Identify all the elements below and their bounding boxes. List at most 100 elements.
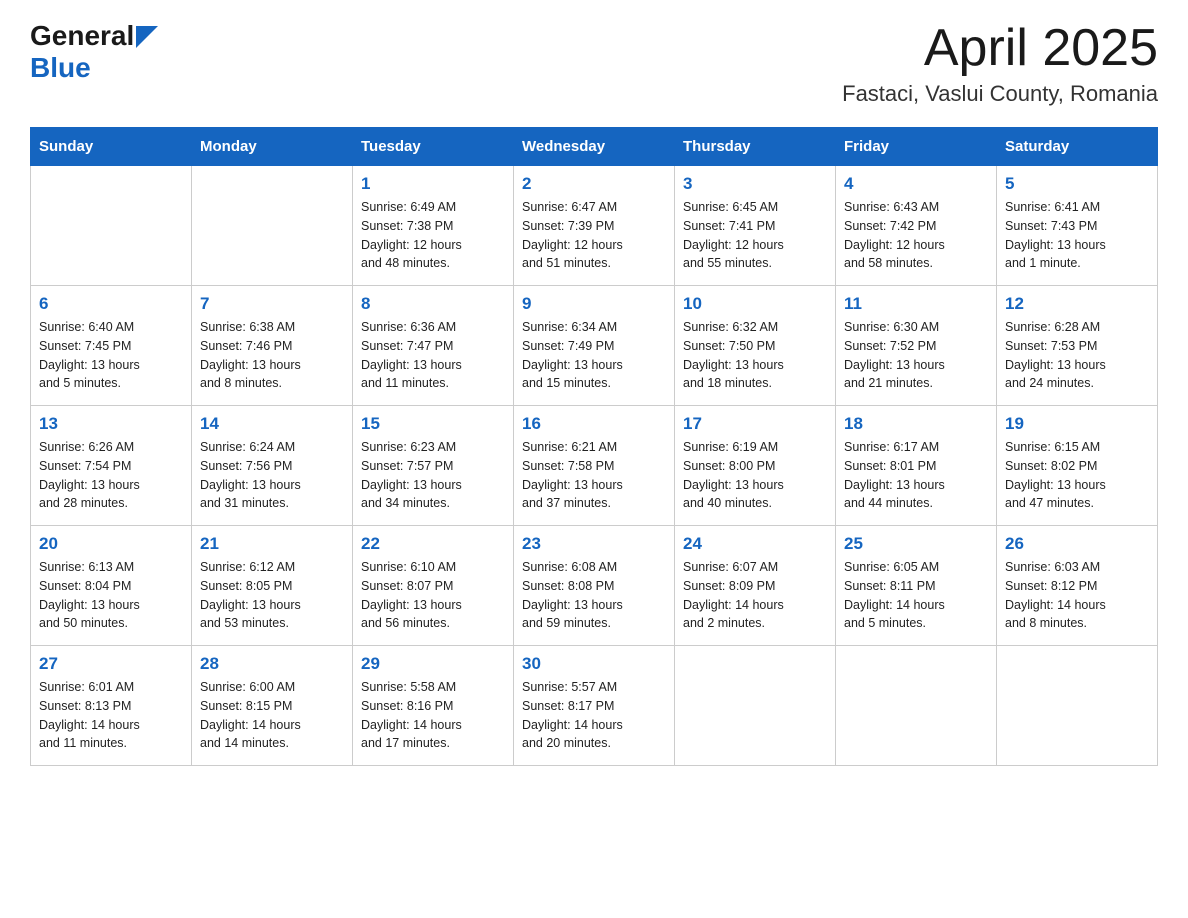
calendar-cell: 10 Sunrise: 6:32 AM Sunset: 7:50 PM Dayli… bbox=[675, 286, 836, 406]
day-number: 3 bbox=[683, 174, 827, 194]
day-info: Sunrise: 6:01 AM Sunset: 8:13 PM Dayligh… bbox=[39, 678, 183, 753]
day-info: Sunrise: 5:58 AM Sunset: 8:16 PM Dayligh… bbox=[361, 678, 505, 753]
day-info: Sunrise: 5:57 AM Sunset: 8:17 PM Dayligh… bbox=[522, 678, 666, 753]
day-number: 6 bbox=[39, 294, 183, 314]
calendar-cell: 13 Sunrise: 6:26 AM Sunset: 7:54 PM Dayli… bbox=[31, 406, 192, 526]
calendar-cell: 19Sunrise: 6:15 AM Sunset: 8:02 PM Dayli… bbox=[997, 406, 1158, 526]
day-info: Sunrise: 6:03 AM Sunset: 8:12 PM Dayligh… bbox=[1005, 558, 1149, 633]
calendar-cell: 21 Sunrise: 6:12 AM Sunset: 8:05 PM Dayli… bbox=[192, 526, 353, 646]
day-number: 18 bbox=[844, 414, 988, 434]
day-number: 15 bbox=[361, 414, 505, 434]
day-info: Sunrise: 6:36 AM Sunset: 7:47 PM Dayligh… bbox=[361, 318, 505, 393]
calendar-cell: 26 Sunrise: 6:03 AM Sunset: 8:12 PM Dayli… bbox=[997, 526, 1158, 646]
calendar-cell: 27 Sunrise: 6:01 AM Sunset: 8:13 PM Dayli… bbox=[31, 646, 192, 766]
calendar-header-sunday: Sunday bbox=[31, 128, 192, 166]
day-number: 1 bbox=[361, 174, 505, 194]
day-info: Sunrise: 6:43 AM Sunset: 7:42 PM Dayligh… bbox=[844, 198, 988, 273]
calendar-header-saturday: Saturday bbox=[997, 128, 1158, 166]
day-info: Sunrise: 6:07 AM Sunset: 8:09 PM Dayligh… bbox=[683, 558, 827, 633]
day-info: Sunrise: 6:15 AM Sunset: 8:02 PM Dayligh… bbox=[1005, 438, 1149, 513]
day-info: Sunrise: 6:08 AM Sunset: 8:08 PM Dayligh… bbox=[522, 558, 666, 633]
day-number: 26 bbox=[1005, 534, 1149, 554]
day-number: 22 bbox=[361, 534, 505, 554]
week-row-3: 13 Sunrise: 6:26 AM Sunset: 7:54 PM Dayli… bbox=[31, 406, 1158, 526]
calendar-cell: 22 Sunrise: 6:10 AM Sunset: 8:07 PM Dayli… bbox=[353, 526, 514, 646]
calendar-cell: 9 Sunrise: 6:34 AM Sunset: 7:49 PM Daylig… bbox=[514, 286, 675, 406]
calendar-cell: 6 Sunrise: 6:40 AM Sunset: 7:45 PM Daylig… bbox=[31, 286, 192, 406]
day-number: 2 bbox=[522, 174, 666, 194]
calendar-cell: 25 Sunrise: 6:05 AM Sunset: 8:11 PM Dayli… bbox=[836, 526, 997, 646]
calendar-cell: 1 Sunrise: 6:49 AM Sunset: 7:38 PM Daylig… bbox=[353, 166, 514, 286]
day-number: 16 bbox=[522, 414, 666, 434]
calendar-header-wednesday: Wednesday bbox=[514, 128, 675, 166]
logo-blue-text: Blue bbox=[30, 52, 91, 83]
calendar-cell: 8Sunrise: 6:36 AM Sunset: 7:47 PM Daylig… bbox=[353, 286, 514, 406]
week-row-4: 20Sunrise: 6:13 AM Sunset: 8:04 PM Dayli… bbox=[31, 526, 1158, 646]
day-info: Sunrise: 6:19 AM Sunset: 8:00 PM Dayligh… bbox=[683, 438, 827, 513]
page-header: General Blue April 2025 Fastaci, Vaslui … bbox=[30, 20, 1158, 107]
day-info: Sunrise: 6:32 AM Sunset: 7:50 PM Dayligh… bbox=[683, 318, 827, 393]
week-row-5: 27 Sunrise: 6:01 AM Sunset: 8:13 PM Dayli… bbox=[31, 646, 1158, 766]
day-info: Sunrise: 6:17 AM Sunset: 8:01 PM Dayligh… bbox=[844, 438, 988, 513]
calendar-cell: 18 Sunrise: 6:17 AM Sunset: 8:01 PM Dayli… bbox=[836, 406, 997, 526]
calendar-cell: 14 Sunrise: 6:24 AM Sunset: 7:56 PM Dayli… bbox=[192, 406, 353, 526]
day-number: 28 bbox=[200, 654, 344, 674]
calendar-cell: 28Sunrise: 6:00 AM Sunset: 8:15 PM Dayli… bbox=[192, 646, 353, 766]
day-number: 17 bbox=[683, 414, 827, 434]
day-number: 30 bbox=[522, 654, 666, 674]
calendar-cell: 24 Sunrise: 6:07 AM Sunset: 8:09 PM Dayli… bbox=[675, 526, 836, 646]
calendar-cell: 5Sunrise: 6:41 AM Sunset: 7:43 PM Daylig… bbox=[997, 166, 1158, 286]
title-section: April 2025 Fastaci, Vaslui County, Roman… bbox=[842, 20, 1158, 107]
calendar-cell: 3Sunrise: 6:45 AM Sunset: 7:41 PM Daylig… bbox=[675, 166, 836, 286]
week-row-2: 6 Sunrise: 6:40 AM Sunset: 7:45 PM Daylig… bbox=[31, 286, 1158, 406]
calendar-header-row: SundayMondayTuesdayWednesdayThursdayFrid… bbox=[31, 128, 1158, 166]
calendar-cell: 16 Sunrise: 6:21 AM Sunset: 7:58 PM Dayli… bbox=[514, 406, 675, 526]
calendar-cell bbox=[31, 166, 192, 286]
logo-triangle-icon bbox=[136, 26, 158, 48]
calendar-cell: 2 Sunrise: 6:47 AM Sunset: 7:39 PM Daylig… bbox=[514, 166, 675, 286]
calendar-header-tuesday: Tuesday bbox=[353, 128, 514, 166]
day-info: Sunrise: 6:34 AM Sunset: 7:49 PM Dayligh… bbox=[522, 318, 666, 393]
day-number: 5 bbox=[1005, 174, 1149, 194]
day-info: Sunrise: 6:49 AM Sunset: 7:38 PM Dayligh… bbox=[361, 198, 505, 273]
calendar-header-monday: Monday bbox=[192, 128, 353, 166]
logo: General Blue bbox=[30, 20, 158, 84]
day-info: Sunrise: 6:13 AM Sunset: 8:04 PM Dayligh… bbox=[39, 558, 183, 633]
day-number: 14 bbox=[200, 414, 344, 434]
day-info: Sunrise: 6:26 AM Sunset: 7:54 PM Dayligh… bbox=[39, 438, 183, 513]
calendar-cell: 30 Sunrise: 5:57 AM Sunset: 8:17 PM Dayli… bbox=[514, 646, 675, 766]
logo-general-text: General bbox=[30, 20, 134, 52]
day-number: 23 bbox=[522, 534, 666, 554]
day-number: 9 bbox=[522, 294, 666, 314]
calendar-cell: 23 Sunrise: 6:08 AM Sunset: 8:08 PM Dayli… bbox=[514, 526, 675, 646]
calendar-cell bbox=[192, 166, 353, 286]
day-info: Sunrise: 6:28 AM Sunset: 7:53 PM Dayligh… bbox=[1005, 318, 1149, 393]
day-number: 10 bbox=[683, 294, 827, 314]
day-number: 13 bbox=[39, 414, 183, 434]
calendar-header-friday: Friday bbox=[836, 128, 997, 166]
week-row-1: 1 Sunrise: 6:49 AM Sunset: 7:38 PM Daylig… bbox=[31, 166, 1158, 286]
calendar-table: SundayMondayTuesdayWednesdayThursdayFrid… bbox=[30, 127, 1158, 766]
calendar-cell bbox=[997, 646, 1158, 766]
day-info: Sunrise: 6:23 AM Sunset: 7:57 PM Dayligh… bbox=[361, 438, 505, 513]
day-number: 11 bbox=[844, 294, 988, 314]
day-number: 4 bbox=[844, 174, 988, 194]
calendar-cell: 11Sunrise: 6:30 AM Sunset: 7:52 PM Dayli… bbox=[836, 286, 997, 406]
day-info: Sunrise: 6:24 AM Sunset: 7:56 PM Dayligh… bbox=[200, 438, 344, 513]
day-info: Sunrise: 6:40 AM Sunset: 7:45 PM Dayligh… bbox=[39, 318, 183, 393]
day-info: Sunrise: 6:47 AM Sunset: 7:39 PM Dayligh… bbox=[522, 198, 666, 273]
month-title: April 2025 bbox=[842, 20, 1158, 77]
day-info: Sunrise: 6:21 AM Sunset: 7:58 PM Dayligh… bbox=[522, 438, 666, 513]
day-number: 29 bbox=[361, 654, 505, 674]
calendar-cell: 12 Sunrise: 6:28 AM Sunset: 7:53 PM Dayli… bbox=[997, 286, 1158, 406]
calendar-cell bbox=[836, 646, 997, 766]
day-number: 12 bbox=[1005, 294, 1149, 314]
day-number: 27 bbox=[39, 654, 183, 674]
day-number: 25 bbox=[844, 534, 988, 554]
day-number: 24 bbox=[683, 534, 827, 554]
day-info: Sunrise: 6:05 AM Sunset: 8:11 PM Dayligh… bbox=[844, 558, 988, 633]
day-number: 21 bbox=[200, 534, 344, 554]
day-info: Sunrise: 6:12 AM Sunset: 8:05 PM Dayligh… bbox=[200, 558, 344, 633]
calendar-cell: 20Sunrise: 6:13 AM Sunset: 8:04 PM Dayli… bbox=[31, 526, 192, 646]
day-info: Sunrise: 6:10 AM Sunset: 8:07 PM Dayligh… bbox=[361, 558, 505, 633]
